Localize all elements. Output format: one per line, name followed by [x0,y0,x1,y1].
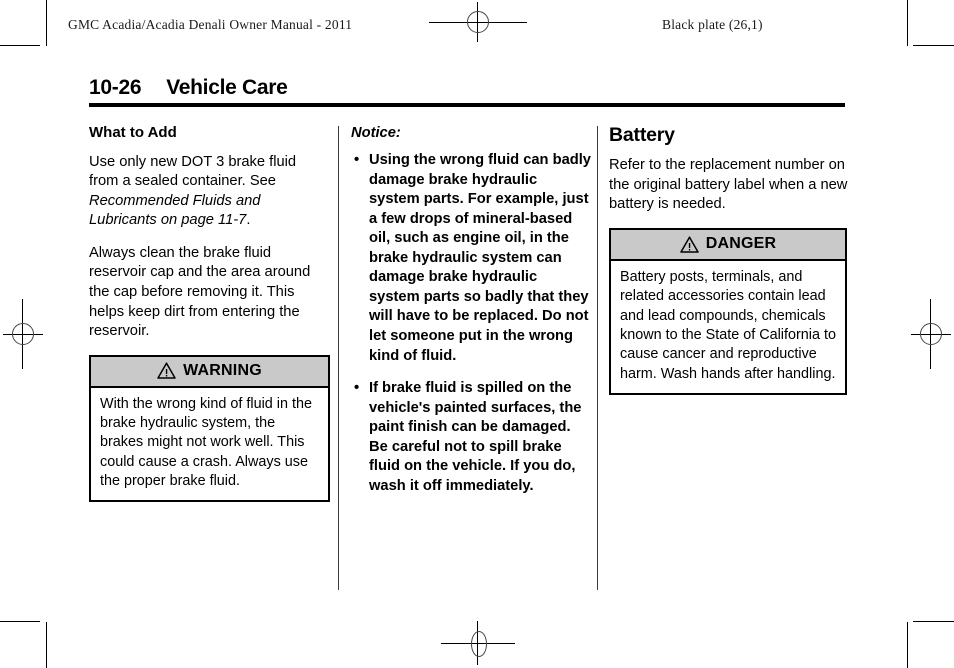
warning-triangle-icon [679,235,699,253]
column-one: What to Add Use only new DOT 3 brake flu… [89,124,330,515]
manual-page: GMC Acadia/Acadia Denali Owner Manual - … [0,0,954,668]
running-head-manual-title: GMC Acadia/Acadia Denali Owner Manual - … [68,17,353,32]
crop-mark-bottom-left-horizontal [0,621,40,622]
crop-mark-top-left-horizontal [0,45,40,46]
list-item: • If brake fluid is spilled on the vehic… [351,379,591,496]
warning-box: WARNING With the wrong kind of fluid in … [89,354,330,503]
column-divider-2 [597,126,598,590]
paragraph-text-tail: . [246,212,251,229]
warning-triangle-icon [157,362,176,379]
page-title-rule [89,103,845,107]
list-item-text: If brake fluid is spilled on the vehicle… [369,380,582,494]
paragraph-clean-reservoir-cap: Always clean the brake fluid reservoir c… [89,244,311,340]
crop-mark-bottom-right-vertical [907,622,908,668]
list-item: • Using the wrong fluid can badly damage… [351,151,591,366]
cross-reference-link[interactable]: Recommended Fluids and Lubricants on pag… [89,193,260,229]
crop-mark-top-right-vertical [907,0,908,46]
danger-box-body: Battery posts, terminals, and related ac… [620,269,836,382]
page-section-name: Vehicle Care [166,76,288,99]
heading-what-to-add: What to Add [89,124,177,141]
danger-box-title: DANGER [705,235,777,253]
running-head-plate-info: Black plate (26,1) [662,17,763,32]
crop-mark-bottom-left-vertical [46,622,47,668]
warning-box-title: WARNING [183,361,262,379]
crop-mark-top-right-horizontal [913,45,954,46]
danger-box-header: DANGER [611,230,845,262]
paragraph-what-to-add: Use only new DOT 3 brake fluid from a se… [89,153,329,231]
paragraph-battery-replacement: Refer to the replacement number on the o… [609,157,848,213]
notice-label: Notice: [351,125,401,141]
column-divider-1 [338,126,339,590]
danger-box: DANGER Battery posts, terminals, and rel… [609,228,847,395]
paragraph-text-lead: Use only new DOT 3 brake fluid from a se… [89,153,297,190]
crop-mark-bottom-right-horizontal [913,621,954,622]
warning-box-header: WARNING [91,356,328,388]
heading-battery: Battery [609,124,675,146]
page-title: 10-26 Vehicle Care [89,76,845,107]
warning-box-body: With the wrong kind of fluid in the brak… [100,395,312,489]
column-three: Battery Refer to the replacement number … [609,124,849,408]
bullet-marker-icon: • [354,152,360,169]
list-item-text: Using the wrong fluid can badly damage b… [369,152,591,364]
column-two: Notice: • Using the wrong fluid can badl… [351,124,591,509]
bullet-marker-icon: • [354,380,360,397]
notice-bullet-list: • Using the wrong fluid can badly damage… [351,151,591,496]
crop-mark-top-left-vertical [46,0,47,46]
page-folio-number: 10-26 [89,76,142,99]
